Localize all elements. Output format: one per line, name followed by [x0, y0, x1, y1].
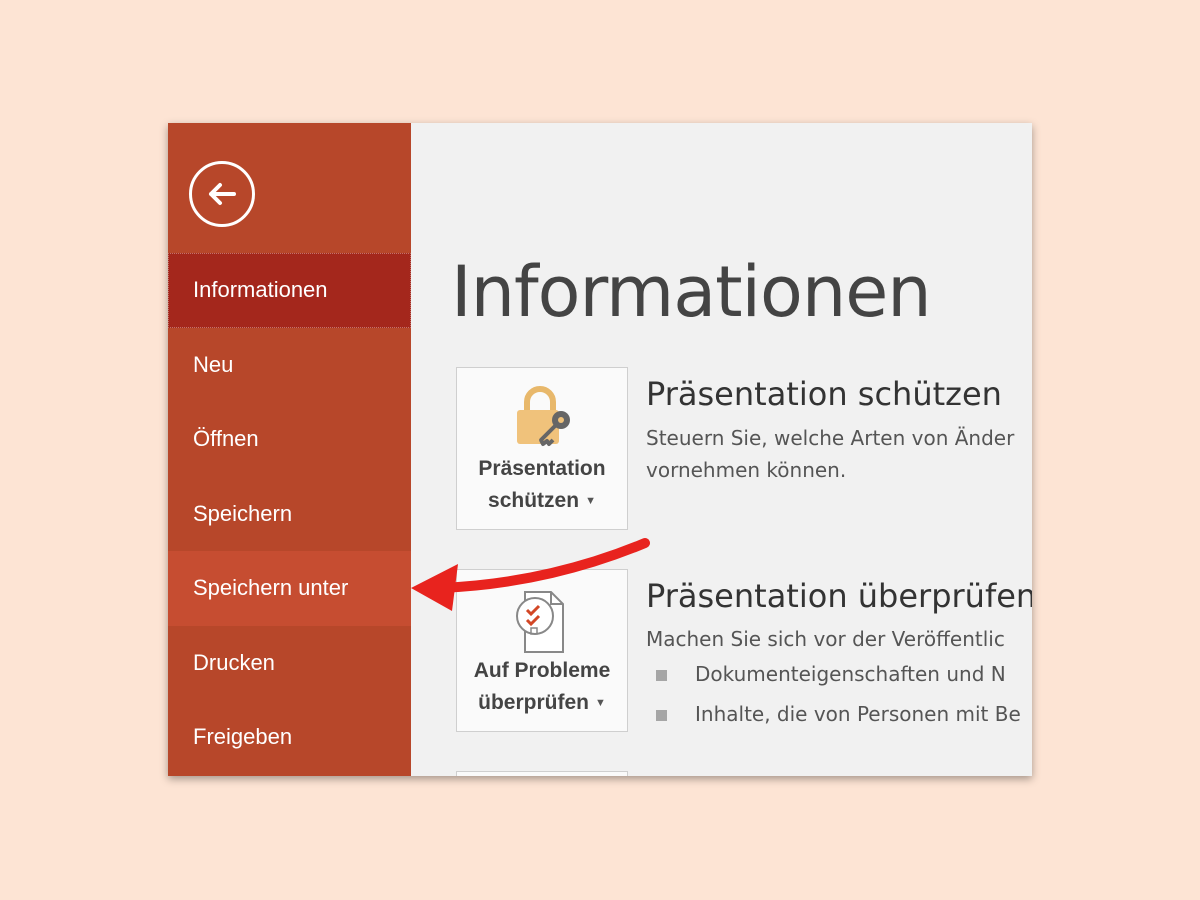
partial-tile[interactable]: [456, 771, 628, 776]
protect-presentation-label: Präsentation schützen ▼: [457, 453, 627, 517]
section-title-protect: Präsentation schützen: [646, 375, 1002, 413]
backstage-nav: Informationen Neu Öffnen Speichern Speic…: [168, 253, 411, 775]
section-desc-inspect: Machen Sie sich vor der Veröffentlic: [646, 627, 1005, 651]
bullet-marker: [656, 710, 667, 721]
desc-line: Steuern Sie, welche Arten von Änder: [646, 426, 1015, 450]
backstage-window: Informationen Neu Öffnen Speichern Speic…: [168, 123, 1032, 776]
bullet-item: Inhalte, die von Personen mit Be: [695, 702, 1021, 726]
bullet-item: Dokumenteigenschaften und N: [695, 662, 1006, 686]
caret-down-icon: ▼: [585, 495, 596, 508]
tile-label-line1: Präsentation: [478, 457, 606, 480]
nav-item-oeffnen[interactable]: Öffnen: [168, 402, 411, 477]
back-arrow-icon: [209, 183, 236, 205]
nav-item-speichern-unter[interactable]: Speichern unter: [168, 551, 411, 626]
nav-item-speichern[interactable]: Speichern: [168, 477, 411, 552]
nav-item-drucken[interactable]: Drucken: [168, 626, 411, 701]
main-content: Informationen Präsentation schützen ▼ Prä…: [411, 123, 1032, 776]
document-check-icon: [516, 591, 564, 653]
nav-item-informationen[interactable]: Informationen: [168, 253, 411, 328]
lock-key-icon: [517, 386, 570, 446]
tile-label-line2: schützen: [488, 489, 580, 512]
page-title: Informationen: [451, 251, 932, 333]
tile-label-line2: überprüfen: [478, 691, 589, 714]
section-title-inspect: Präsentation überprüfen: [646, 577, 1032, 615]
protect-presentation-button[interactable]: Präsentation schützen ▼: [456, 367, 628, 530]
caret-down-icon: ▼: [594, 697, 606, 710]
back-button[interactable]: [189, 161, 255, 227]
check-issues-button[interactable]: Auf Probleme überprüfen ▼: [456, 569, 628, 732]
nav-item-freigeben[interactable]: Freigeben: [168, 700, 411, 775]
nav-item-neu[interactable]: Neu: [168, 328, 411, 403]
section-desc-protect: Steuern Sie, welche Arten von Änder vorn…: [646, 422, 1014, 486]
tile-label-line1: Auf Probleme: [473, 659, 611, 682]
desc-line: vornehmen können.: [646, 458, 847, 482]
bullet-marker: [656, 670, 667, 681]
backstage-sidebar: Informationen Neu Öffnen Speichern Speic…: [168, 123, 411, 776]
check-issues-label: Auf Probleme überprüfen ▼: [457, 655, 627, 719]
